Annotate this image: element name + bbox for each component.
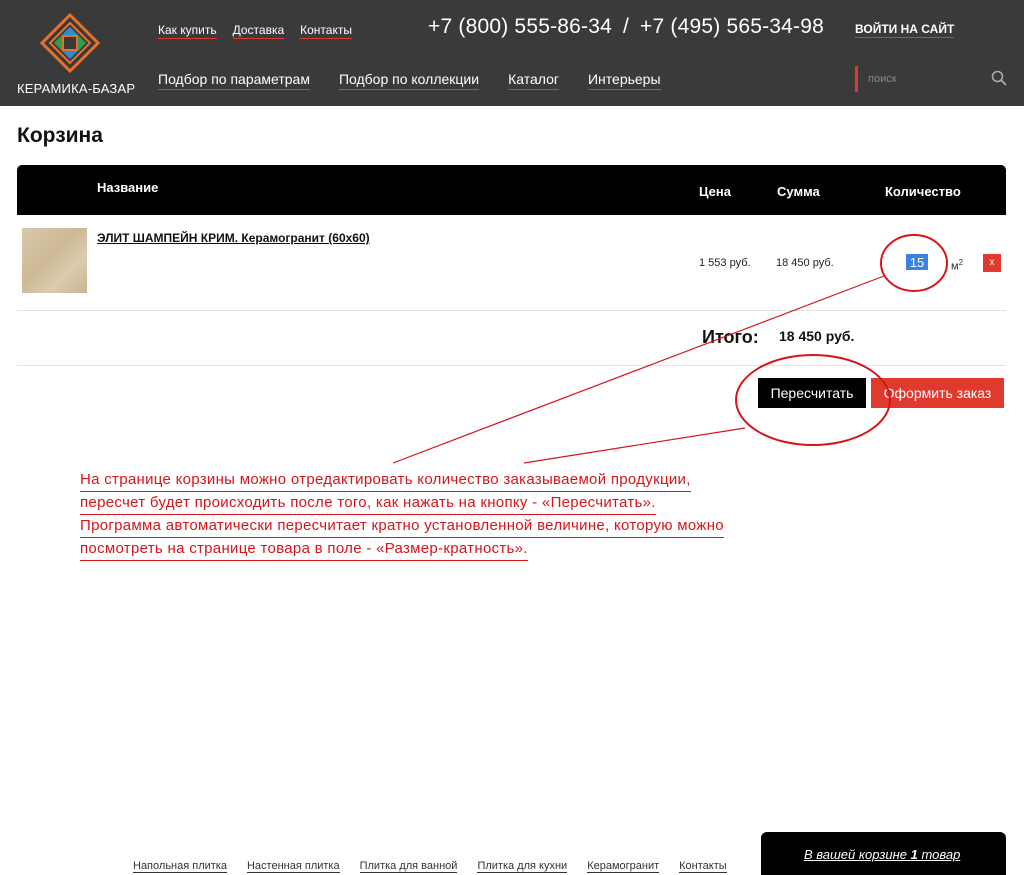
nav-item-params[interactable]: Подбор по параметрам xyxy=(158,71,310,90)
total-label: Итого: xyxy=(702,327,759,347)
product-thumbnail[interactable] xyxy=(22,228,87,293)
product-name-link[interactable]: ЭЛИТ ШАМПЕЙН КРИМ. Керамогранит (60x60) xyxy=(97,231,370,245)
product-price: 1 553 руб. xyxy=(699,257,751,269)
cart-summary-bar: В вашей корзине 1 товар xyxy=(761,832,1006,875)
annotation-pointer-recalc xyxy=(523,427,746,464)
footer-links: Напольная плитка Настенная плитка Плитка… xyxy=(133,860,727,873)
footer-link-kitchen-tile[interactable]: Плитка для кухни xyxy=(477,860,568,873)
total-value: 18 450 руб. xyxy=(779,328,855,344)
phone-numbers: +7 (800) 555-86-34 / +7 (495) 565-34-98 xyxy=(428,15,824,39)
phone-2[interactable]: +7 (495) 565-34-98 xyxy=(640,15,824,38)
main-nav: Подбор по параметрам Подбор по коллекции… xyxy=(158,71,661,90)
link-contacts[interactable]: Контакты xyxy=(300,23,352,39)
nav-item-catalog[interactable]: Каталог xyxy=(508,71,559,90)
recalculate-button[interactable]: Пересчитать xyxy=(758,378,866,408)
product-sum: 18 450 руб. xyxy=(776,257,834,269)
annotation-overlay xyxy=(392,234,948,464)
nav-item-collection[interactable]: Подбор по коллекции xyxy=(338,71,480,90)
footer-link-porcelain[interactable]: Керамогранит xyxy=(587,860,660,873)
column-quantity: Количество xyxy=(885,184,961,199)
column-sum: Сумма xyxy=(777,184,820,199)
cart-text-before: В вашей корзине xyxy=(804,847,911,862)
unit-power: 2 xyxy=(958,258,964,267)
phone-1[interactable]: +7 (800) 555-86-34 xyxy=(428,15,612,38)
footer-link-floor-tile[interactable]: Напольная плитка xyxy=(133,860,227,873)
cart-count: 1 xyxy=(910,847,918,862)
logo-icon[interactable] xyxy=(40,13,100,73)
annotation-line: На странице корзины можно отредактироват… xyxy=(80,469,691,492)
nav-item-interiors[interactable]: Интерьеры xyxy=(587,71,661,90)
checkout-button[interactable]: Оформить заказ xyxy=(871,378,1004,408)
column-price: Цена xyxy=(699,184,731,199)
cart-table-header: Название Цена Сумма Количество xyxy=(17,165,1006,215)
cart-summary-link[interactable]: В вашей корзине 1 товар xyxy=(804,847,960,862)
search-box xyxy=(855,66,1013,92)
annotation-line: пересчет будет происходить после того, к… xyxy=(80,492,656,515)
logo-text[interactable]: КЕРАМИКА-БАЗАР xyxy=(17,81,135,96)
page-title: Корзина xyxy=(17,124,103,147)
cart-total: Итого: 18 450 руб. xyxy=(17,311,1006,366)
cart-row: ЭЛИТ ШАМПЕЙН КРИМ. Керамогранит (60x60) … xyxy=(17,215,1006,311)
phone-separator: / xyxy=(622,15,630,38)
annotation-line: Программа автоматически пересчитает крат… xyxy=(80,515,724,538)
search-icon[interactable] xyxy=(991,70,1007,86)
site-header: КЕРАМИКА-БАЗАР Как купить Доставка Конта… xyxy=(0,0,1024,106)
link-how-to-buy[interactable]: Как купить xyxy=(158,23,217,39)
footer-link-contacts[interactable]: Контакты xyxy=(679,860,727,873)
top-links: Как купить Доставка Контакты xyxy=(158,23,352,39)
remove-item-button[interactable]: x xyxy=(983,254,1001,272)
column-name: Название xyxy=(97,180,159,195)
footer-link-bath-tile[interactable]: Плитка для ванной xyxy=(359,860,458,873)
search-input[interactable] xyxy=(868,70,988,88)
unit-base: м xyxy=(951,260,959,273)
link-delivery[interactable]: Доставка xyxy=(232,23,285,39)
unit-label: м2 xyxy=(951,258,963,273)
annotation-line: посмотреть на странице товара в поле - «… xyxy=(80,538,528,561)
login-link[interactable]: ВОЙТИ НА САЙТ xyxy=(855,22,955,38)
footer-link-wall-tile[interactable]: Настенная плитка xyxy=(246,860,340,873)
cart-text-after: товар xyxy=(917,847,961,862)
annotation-text: На странице корзины можно отредактироват… xyxy=(80,469,910,561)
quantity-input[interactable] xyxy=(906,254,928,270)
